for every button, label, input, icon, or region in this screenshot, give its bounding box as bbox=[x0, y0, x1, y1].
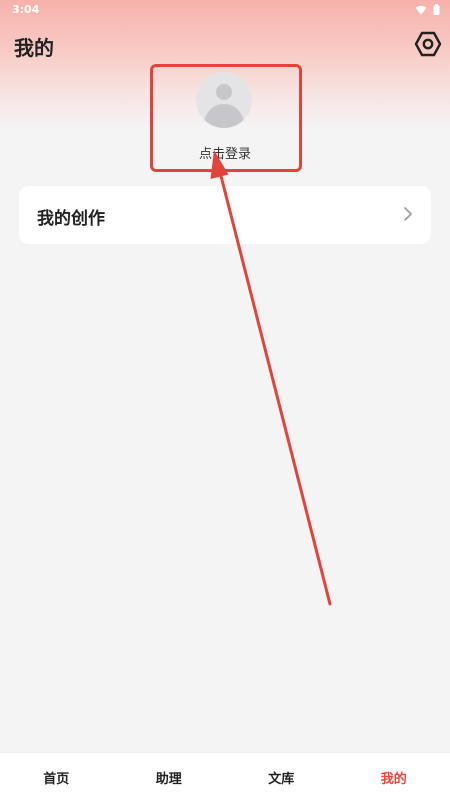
nav-item-library[interactable]: 文库 bbox=[225, 753, 338, 801]
settings-icon bbox=[414, 30, 442, 58]
login-profile-button[interactable]: 点击登录 bbox=[150, 64, 300, 170]
nav-item-assistant[interactable]: 助理 bbox=[113, 753, 226, 801]
avatar-body-shape bbox=[204, 104, 244, 128]
my-creations-label: 我的创作 bbox=[37, 204, 105, 229]
battery-icon bbox=[433, 4, 440, 15]
status-time: 3:04 bbox=[12, 3, 39, 16]
nav-item-mine[interactable]: 我的 bbox=[338, 753, 450, 801]
settings-button[interactable] bbox=[414, 30, 442, 58]
bottom-nav: 首页 助理 文库 我的 bbox=[0, 752, 450, 801]
wifi-icon bbox=[415, 5, 427, 15]
nav-item-home[interactable]: 首页 bbox=[0, 753, 113, 801]
avatar-head-shape bbox=[216, 84, 232, 100]
chevron-right-icon bbox=[403, 207, 413, 221]
my-creations-item[interactable]: 我的创作 bbox=[19, 186, 431, 244]
page-title: 我的 bbox=[14, 32, 54, 61]
login-label: 点击登录 bbox=[150, 143, 300, 162]
default-avatar-icon bbox=[196, 72, 252, 128]
status-bar: 3:04 bbox=[0, 0, 450, 20]
status-icons bbox=[415, 4, 440, 15]
